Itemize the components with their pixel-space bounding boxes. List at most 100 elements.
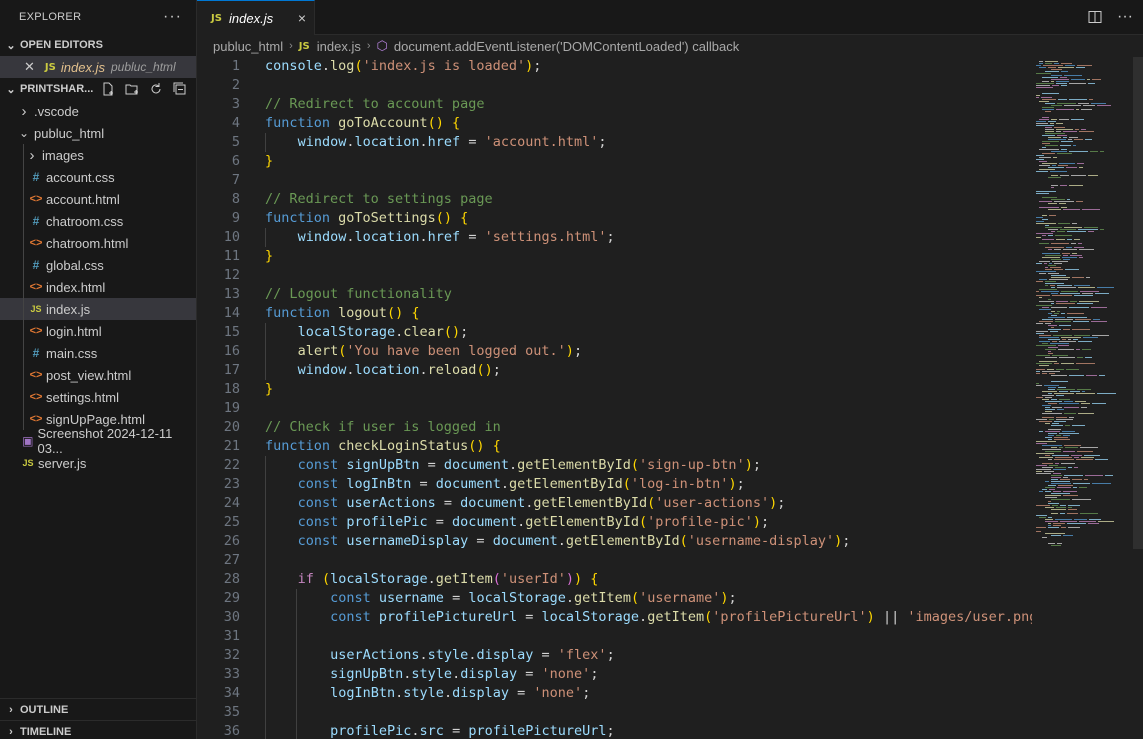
minimap-line [1051, 151, 1067, 152]
minimap-line [1049, 465, 1058, 466]
minimap-line [1039, 457, 1053, 458]
minimap-line [1045, 131, 1054, 132]
minimap-line [1060, 293, 1080, 294]
tree-item[interactable]: # chatroom.css [0, 210, 196, 232]
close-icon[interactable]: ✕ [24, 59, 35, 75]
minimap-line [1051, 499, 1070, 500]
tree-item[interactable]: <> chatroom.html [0, 232, 196, 254]
line-number: 2 [231, 77, 240, 93]
minimap-line [1045, 267, 1048, 268]
tree-item[interactable]: <> login.html [0, 320, 196, 342]
tree-item[interactable]: <> account.html [0, 188, 196, 210]
timeline-header[interactable]: › TIMELINE [0, 720, 196, 739]
minimap[interactable] [1032, 57, 1143, 739]
new-folder-icon[interactable] [123, 81, 141, 97]
minimap-line [1095, 293, 1109, 294]
tree-item[interactable]: <> index.html [0, 276, 196, 298]
tree-item[interactable]: # account.css [0, 166, 196, 188]
minimap-line [1099, 375, 1105, 376]
tree-item[interactable]: <> settings.html [0, 386, 196, 408]
minimap-line [1039, 67, 1046, 68]
code-line: 26 const usernameDisplay = document.getE… [197, 532, 1032, 551]
tree-item[interactable]: ▣ Screenshot 2024-12-11 03... [0, 426, 196, 456]
code-text: const usernameDisplay = document.getElem… [297, 533, 851, 549]
close-icon[interactable]: × [298, 10, 306, 26]
minimap-line [1051, 185, 1058, 186]
minimap-line [1065, 425, 1070, 426]
minimap-line [1042, 99, 1056, 100]
new-file-icon[interactable] [99, 81, 117, 97]
project-header[interactable]: ⌄ PRINTSHAR... [0, 78, 196, 100]
breadcrumb-symbol[interactable]: document.addEventListener('DOMContentLoa… [394, 39, 739, 54]
minimap-line [1074, 467, 1078, 468]
minimap-line [1050, 123, 1054, 124]
line-number: 8 [231, 191, 240, 207]
minimap-line [1057, 135, 1067, 136]
minimap-line [1048, 485, 1056, 486]
outline-header[interactable]: › OUTLINE [0, 698, 196, 721]
html-file-icon: <> [29, 281, 43, 293]
open-editor-item[interactable]: ✕ JS index.js publuc_html [0, 56, 196, 78]
minimap-line [1042, 235, 1046, 236]
code-editor[interactable]: 1 console.log('index.js is loaded'); 2 3// … [197, 57, 1032, 739]
minimap-line [1045, 227, 1062, 228]
refresh-icon[interactable] [147, 81, 165, 97]
code-text: const username = localStorage.getItem('u… [330, 590, 737, 606]
minimap-line [1039, 119, 1049, 120]
minimap-line [1049, 279, 1068, 280]
code-line: 24 const userActions = document.getEleme… [197, 494, 1032, 513]
line-number: 31 [223, 628, 240, 644]
line-number: 13 [223, 286, 240, 302]
minimap-line [1089, 99, 1093, 100]
code-text: function logout() { [265, 305, 420, 321]
minimap-line [1073, 483, 1090, 484]
ellipsis-icon[interactable]: ··· [163, 8, 182, 26]
breadcrumb-file[interactable]: index.js [317, 39, 361, 54]
minimap-line [1077, 65, 1092, 66]
scrollbar-thumb[interactable] [1133, 57, 1143, 549]
line-number: 36 [223, 723, 240, 739]
tree-item[interactable]: › .vscode [0, 100, 196, 122]
minimap-line [1083, 105, 1095, 106]
minimap-line [1063, 131, 1077, 132]
minimap-line [1042, 141, 1059, 142]
tree-item[interactable]: ⌄ publuc_html [0, 122, 196, 144]
collapse-all-icon[interactable] [171, 81, 189, 97]
tab-index-js[interactable]: JS index.js × [197, 0, 315, 35]
tree-item[interactable]: <> post_view.html [0, 364, 196, 386]
minimap-line [1039, 157, 1051, 158]
minimap-line [1059, 447, 1063, 448]
tree-item[interactable]: # global.css [0, 254, 196, 276]
code-line: 16 alert('You have been logged out.'); [197, 342, 1032, 361]
minimap-line [1036, 223, 1056, 224]
minimap-line [1060, 513, 1065, 514]
open-editors-header[interactable]: ⌄ OPEN EDITORS [0, 34, 196, 56]
tree-item[interactable]: JS index.js [0, 298, 196, 320]
minimap-line [1058, 99, 1067, 100]
minimap-line [1049, 489, 1055, 490]
chevron-right-icon: › [366, 40, 371, 52]
minimap-line [1076, 393, 1095, 394]
minimap-line [1052, 165, 1056, 166]
tree-item[interactable]: JS server.js [0, 452, 196, 474]
breadcrumb-folder[interactable]: publuc_html [213, 39, 283, 54]
tree-item-label: images [42, 147, 84, 163]
css-file-icon: # [32, 170, 40, 184]
minimap-line [1036, 385, 1042, 386]
code-line: 7 [197, 171, 1032, 190]
html-file-icon: <> [29, 325, 43, 337]
code-line: 15 localStorage.clear(); [197, 323, 1032, 342]
tree-item[interactable]: # main.css [0, 342, 196, 364]
minimap-line [1075, 319, 1091, 320]
minimap-line [1039, 341, 1050, 342]
code-text: logInBtn.style.display = 'none'; [330, 685, 591, 701]
minimap-line [1059, 163, 1075, 164]
minimap-line [1036, 97, 1039, 98]
ellipsis-icon[interactable]: ··· [1117, 8, 1133, 25]
minimap-line [1056, 129, 1073, 130]
minimap-line [1050, 331, 1058, 332]
minimap-line [1088, 231, 1094, 232]
tree-item[interactable]: › images [0, 144, 196, 166]
line-number: 22 [223, 457, 240, 473]
split-editor-icon[interactable] [1087, 9, 1103, 25]
